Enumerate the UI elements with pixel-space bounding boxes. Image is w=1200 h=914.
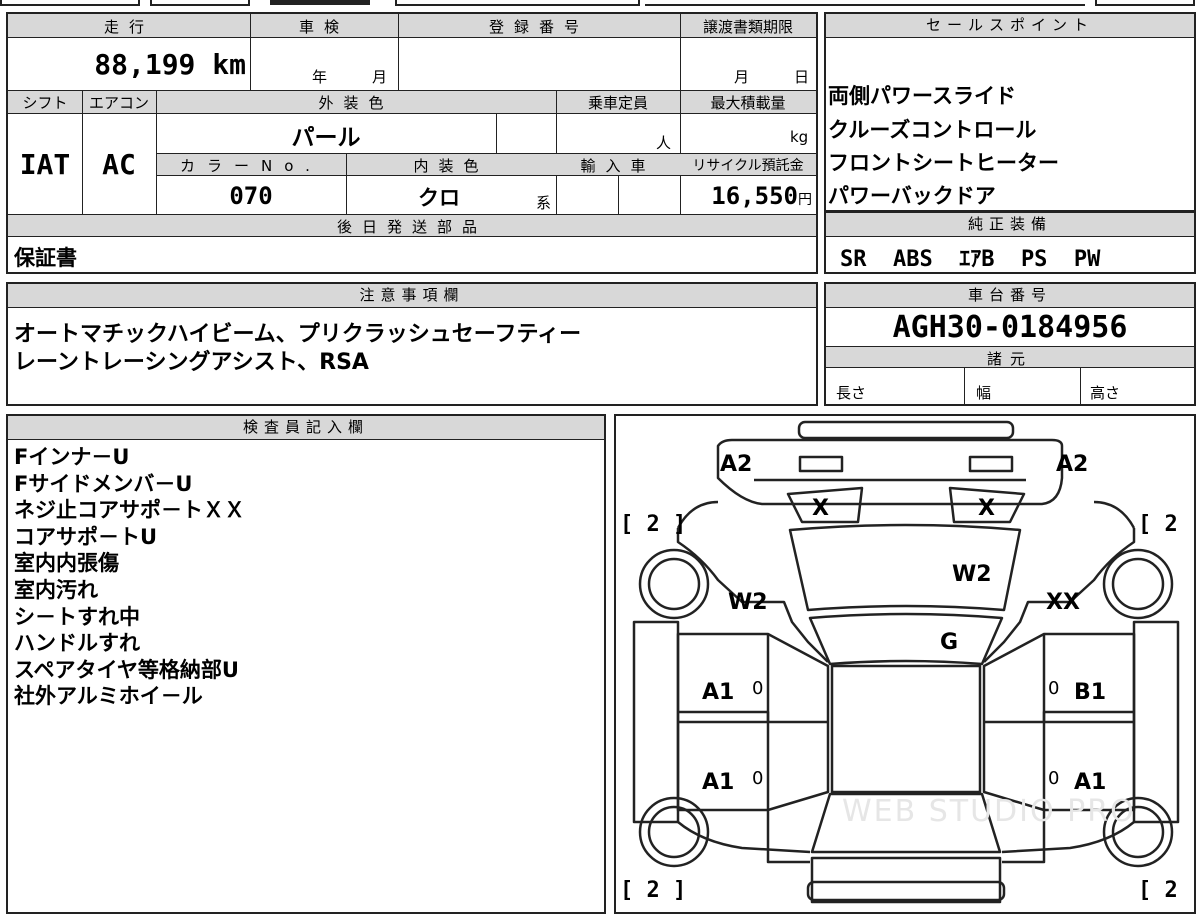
- exterior-color-label: 外装色: [318, 94, 394, 112]
- equipment-value: SR ABS ｴｱB PS PW: [840, 247, 1101, 272]
- notes-label: 注意事項欄: [8, 284, 816, 308]
- equipment-label: 純正装備: [826, 213, 1194, 237]
- car-outline-diagram: [632, 420, 1180, 904]
- left-fender-grade: W2: [728, 590, 768, 615]
- chassis-box: 車台番号 AGH30-0184956 諸元 長さ 幅 高さ: [824, 282, 1196, 406]
- rear-left-door-grade: A1: [702, 770, 735, 795]
- recycle-fee-label: リサイクル預託金: [692, 158, 804, 174]
- mileage-value: 88,199 km: [94, 48, 246, 81]
- inspector-note: シ－トすれ中: [14, 604, 140, 629]
- chassis-number: AGH30-0184956: [892, 310, 1128, 345]
- inspector-notes-list: Fインナ－U Fサイドメンバ－U ネジ止コアサポ－トＸＸ コアサポ－トU 室内内…: [14, 444, 245, 710]
- mileage-unit: km: [212, 48, 246, 81]
- windshield-grade: G: [940, 630, 959, 655]
- front-right-door-grade: B1: [1074, 680, 1107, 705]
- spec-length: 長さ: [836, 384, 867, 402]
- max-load-unit: kg: [790, 128, 809, 146]
- aircon-label: エアコン: [88, 94, 149, 112]
- inspection-label: 車検: [298, 18, 349, 36]
- color-number-value: 070: [229, 182, 273, 210]
- front-left-corner-grade: A2: [720, 452, 753, 477]
- inspector-note: コアサポ－トU: [14, 524, 158, 549]
- inspector-note: ネジ止コアサポ－トＸＸ: [14, 498, 245, 523]
- rear-right-door-zero: 0: [1048, 768, 1060, 789]
- interior-color-label: 内装色: [413, 157, 489, 175]
- max-load-label: 最大積載量: [710, 94, 786, 112]
- shift-label: シフト: [22, 94, 68, 112]
- import-label: 輸入車: [580, 157, 656, 175]
- transfer-day: 日: [794, 68, 810, 86]
- registration-label: 登録番号: [488, 18, 589, 36]
- interior-color-suffix: 系: [536, 194, 552, 212]
- inspector-note: Fインナ－U: [14, 445, 130, 469]
- recycle-fee-value: 16,550円: [711, 182, 812, 210]
- color-number-label: カラーNo.: [180, 157, 322, 175]
- watermark: WEB STUDIO PRO: [842, 794, 1136, 829]
- spec-height: 高さ: [1090, 384, 1121, 402]
- sales-point-item: フロントシートヒーター: [828, 151, 1059, 175]
- interior-color-value: クロ: [418, 186, 460, 210]
- later-parts-label: 後日発送部品: [336, 218, 487, 236]
- hood-grade: W2: [952, 562, 992, 587]
- front-right-tire-bracket: [ 2 ]: [1138, 512, 1194, 537]
- aircon-value: AC: [102, 148, 136, 181]
- factory-equipment-box: 純正装備 SR ABS ｴｱB PS PW: [824, 211, 1196, 274]
- front-right-corner-grade: A2: [1056, 452, 1089, 477]
- vehicle-summary-table: 走行 車検 登録番号 譲渡書類期限 88,199 km 年 月 月 日 シフト …: [6, 12, 818, 274]
- mileage-label: 走行: [103, 18, 154, 36]
- transfer-month: 月: [734, 68, 750, 86]
- inspector-note: 社外アルミホイ－ル: [14, 684, 203, 709]
- rear-left-door-zero: 0: [752, 768, 764, 789]
- damage-diagram: A2 A2 X X [ 2 ] [ 2 ] W2 W2 XX G A1 0 0 …: [614, 414, 1196, 914]
- sales-point-item: 両側パワースライド: [828, 84, 1016, 108]
- notes-box: 注意事項欄 オートマチックハイビーム、プリクラッシュセーフティー レーントレーシ…: [6, 282, 818, 406]
- inspector-notes-box: 検査員記入欄 Fインナ－U Fサイドメンバ－U ネジ止コアサポ－トＸＸ コアサポ…: [6, 414, 606, 914]
- capacity-unit: 人: [656, 134, 672, 152]
- specs-label: 諸元: [986, 350, 1033, 368]
- notes-line: レーントレーシングアシスト、RSA: [14, 350, 369, 375]
- top-cutoff-strip: [0, 0, 1200, 8]
- sales-points-label: セールスポイント: [826, 14, 1194, 38]
- capacity-label: 乗車定員: [587, 94, 648, 112]
- rear-left-tire-bracket: [ 2 ]: [620, 878, 687, 903]
- inspection-month: 月: [372, 68, 388, 86]
- exterior-color-value: パール: [291, 125, 361, 151]
- later-parts-value: 保証書: [14, 246, 77, 270]
- chassis-label: 車台番号: [826, 284, 1194, 308]
- inspector-note: ハンドルすれ: [14, 631, 140, 656]
- inspection-year: 年: [312, 68, 328, 86]
- shift-value: IAT: [19, 148, 71, 181]
- spec-width: 幅: [976, 384, 992, 402]
- front-left-tire-bracket: [ 2 ]: [620, 512, 687, 537]
- rear-right-tire-bracket: [ 2 ]: [1138, 878, 1194, 903]
- inspector-label: 検査員記入欄: [8, 416, 604, 440]
- transfer-deadline-label: 譲渡書類期限: [702, 18, 793, 36]
- front-left-door-grade: A1: [702, 680, 735, 705]
- rear-right-door-grade: A1: [1074, 770, 1107, 795]
- recycle-fee-unit: 円: [798, 192, 812, 208]
- inspector-note: 室内汚れ: [14, 577, 98, 602]
- sales-point-item: クルーズコントロール: [828, 118, 1037, 142]
- right-fender-grade: XX: [1046, 590, 1080, 615]
- front-right-door-zero: 0: [1048, 678, 1060, 699]
- inspector-note: 室内内張傷: [14, 551, 119, 576]
- inspector-note: Fサイドメンバ－U: [14, 471, 193, 496]
- right-headlight-grade: X: [978, 496, 995, 521]
- sales-points-box: セールスポイント 両側パワースライド クルーズコントロール フロントシートヒータ…: [824, 12, 1196, 212]
- front-left-door-zero: 0: [752, 678, 764, 699]
- inspector-note: スペアタイヤ等格納部U: [14, 657, 239, 682]
- sales-point-item: パワーバックドア: [828, 184, 996, 208]
- left-headlight-grade: X: [812, 496, 829, 521]
